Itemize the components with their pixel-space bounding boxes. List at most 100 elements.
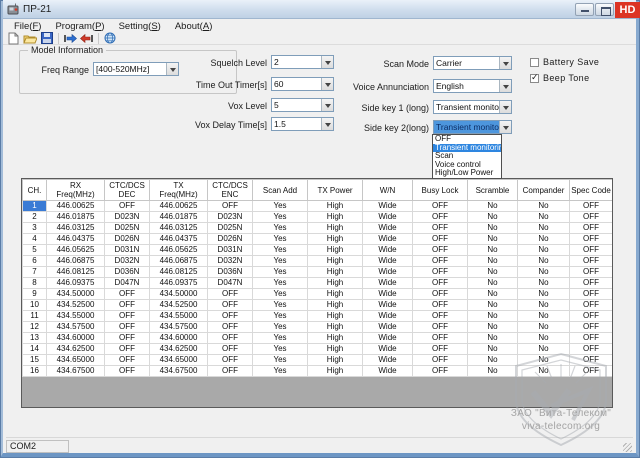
data-cell[interactable]: OFF [105, 201, 150, 212]
data-cell[interactable]: D026N [105, 234, 150, 245]
data-cell[interactable]: No [468, 256, 518, 267]
data-cell[interactable]: D047N [105, 278, 150, 289]
data-cell[interactable]: No [518, 289, 570, 300]
data-cell[interactable]: 434.52500 [150, 300, 208, 311]
data-cell[interactable]: No [468, 278, 518, 289]
write-to-radio-icon[interactable] [63, 32, 77, 45]
channel-cell[interactable]: 15 [23, 355, 47, 366]
data-cell[interactable]: No [518, 300, 570, 311]
data-cell[interactable]: No [518, 355, 570, 366]
data-cell[interactable]: D032N [208, 256, 253, 267]
data-cell[interactable]: 446.00625 [47, 201, 105, 212]
new-file-icon[interactable] [6, 32, 20, 45]
read-from-radio-icon[interactable] [80, 32, 94, 45]
channel-cell[interactable]: 13 [23, 333, 47, 344]
chevron-down-icon[interactable] [321, 99, 333, 111]
data-cell[interactable]: 434.62500 [150, 344, 208, 355]
chevron-down-icon[interactable] [499, 101, 511, 113]
data-cell[interactable]: 446.00625 [150, 201, 208, 212]
data-cell[interactable]: High [308, 300, 363, 311]
minimize-button[interactable] [575, 3, 594, 16]
data-cell[interactable]: 434.50000 [150, 289, 208, 300]
data-cell[interactable]: D032N [105, 256, 150, 267]
data-cell[interactable]: High [308, 333, 363, 344]
data-cell[interactable]: High [308, 223, 363, 234]
data-cell[interactable]: OFF [105, 366, 150, 377]
data-cell[interactable]: 434.62500 [47, 344, 105, 355]
data-cell[interactable]: Yes [253, 311, 308, 322]
data-cell[interactable]: OFF [413, 300, 468, 311]
data-cell[interactable]: No [468, 289, 518, 300]
data-cell[interactable]: Wide [363, 201, 413, 212]
data-cell[interactable]: No [518, 322, 570, 333]
data-cell[interactable]: No [468, 245, 518, 256]
channel-cell[interactable]: 8 [23, 278, 47, 289]
data-cell[interactable]: 446.05625 [150, 245, 208, 256]
data-cell[interactable]: D047N [208, 278, 253, 289]
channel-cell[interactable]: 2 [23, 212, 47, 223]
data-cell[interactable]: Yes [253, 300, 308, 311]
chevron-down-icon[interactable] [499, 80, 511, 92]
data-cell[interactable]: OFF [570, 212, 613, 223]
data-cell[interactable]: High [308, 245, 363, 256]
save-icon[interactable] [40, 32, 54, 45]
data-cell[interactable]: Wide [363, 344, 413, 355]
data-cell[interactable]: 446.09375 [150, 278, 208, 289]
chevron-down-icon[interactable] [321, 78, 333, 90]
channel-cell[interactable]: 1 [23, 201, 47, 212]
data-cell[interactable]: Wide [363, 245, 413, 256]
chevron-down-icon[interactable] [321, 118, 333, 130]
data-cell[interactable]: OFF [570, 223, 613, 234]
menu-a[interactable]: About(A) [168, 21, 220, 32]
data-cell[interactable]: No [518, 311, 570, 322]
data-cell[interactable]: 446.01875 [150, 212, 208, 223]
channel-cell[interactable]: 14 [23, 344, 47, 355]
data-cell[interactable]: Yes [253, 289, 308, 300]
dropdown-option[interactable]: High/Low Power [433, 169, 501, 178]
data-cell[interactable]: Yes [253, 278, 308, 289]
data-cell[interactable]: Wide [363, 234, 413, 245]
data-cell[interactable]: No [468, 366, 518, 377]
data-cell[interactable]: 434.57500 [150, 322, 208, 333]
channel-cell[interactable]: 6 [23, 256, 47, 267]
data-cell[interactable]: Yes [253, 223, 308, 234]
data-cell[interactable]: OFF [413, 223, 468, 234]
data-cell[interactable]: 446.04375 [47, 234, 105, 245]
channel-cell[interactable]: 3 [23, 223, 47, 234]
dropdown-option[interactable]: Transient monitoring [433, 144, 501, 153]
data-cell[interactable]: Wide [363, 223, 413, 234]
data-cell[interactable]: OFF [570, 289, 613, 300]
data-cell[interactable]: Yes [253, 322, 308, 333]
data-cell[interactable]: OFF [105, 355, 150, 366]
data-cell[interactable]: D023N [208, 212, 253, 223]
data-cell[interactable]: Yes [253, 201, 308, 212]
data-cell[interactable]: No [468, 300, 518, 311]
data-cell[interactable]: No [468, 333, 518, 344]
chevron-down-icon[interactable] [321, 56, 333, 68]
chevron-down-icon[interactable] [499, 121, 511, 133]
dropdown-option[interactable]: Voice control [433, 161, 501, 170]
data-cell[interactable]: 434.65000 [150, 355, 208, 366]
data-cell[interactable]: Yes [253, 366, 308, 377]
data-cell[interactable]: No [468, 355, 518, 366]
data-cell[interactable]: Yes [253, 245, 308, 256]
data-cell[interactable]: OFF [208, 300, 253, 311]
data-cell[interactable]: High [308, 344, 363, 355]
vox-level-combo[interactable]: 5 [271, 98, 334, 112]
data-cell[interactable]: D036N [105, 267, 150, 278]
data-cell[interactable]: 446.05625 [47, 245, 105, 256]
data-cell[interactable]: OFF [570, 366, 613, 377]
data-cell[interactable]: Wide [363, 333, 413, 344]
data-cell[interactable]: OFF [105, 333, 150, 344]
data-cell[interactable]: No [468, 344, 518, 355]
data-cell[interactable]: D025N [208, 223, 253, 234]
data-cell[interactable]: OFF [570, 333, 613, 344]
data-cell[interactable]: 434.60000 [150, 333, 208, 344]
open-file-icon[interactable] [23, 32, 37, 45]
data-cell[interactable]: Wide [363, 212, 413, 223]
data-cell[interactable]: No [518, 344, 570, 355]
data-cell[interactable]: No [468, 223, 518, 234]
data-cell[interactable]: Yes [253, 355, 308, 366]
dropdown-option[interactable]: OFF [433, 135, 501, 144]
channel-cell[interactable]: 16 [23, 366, 47, 377]
